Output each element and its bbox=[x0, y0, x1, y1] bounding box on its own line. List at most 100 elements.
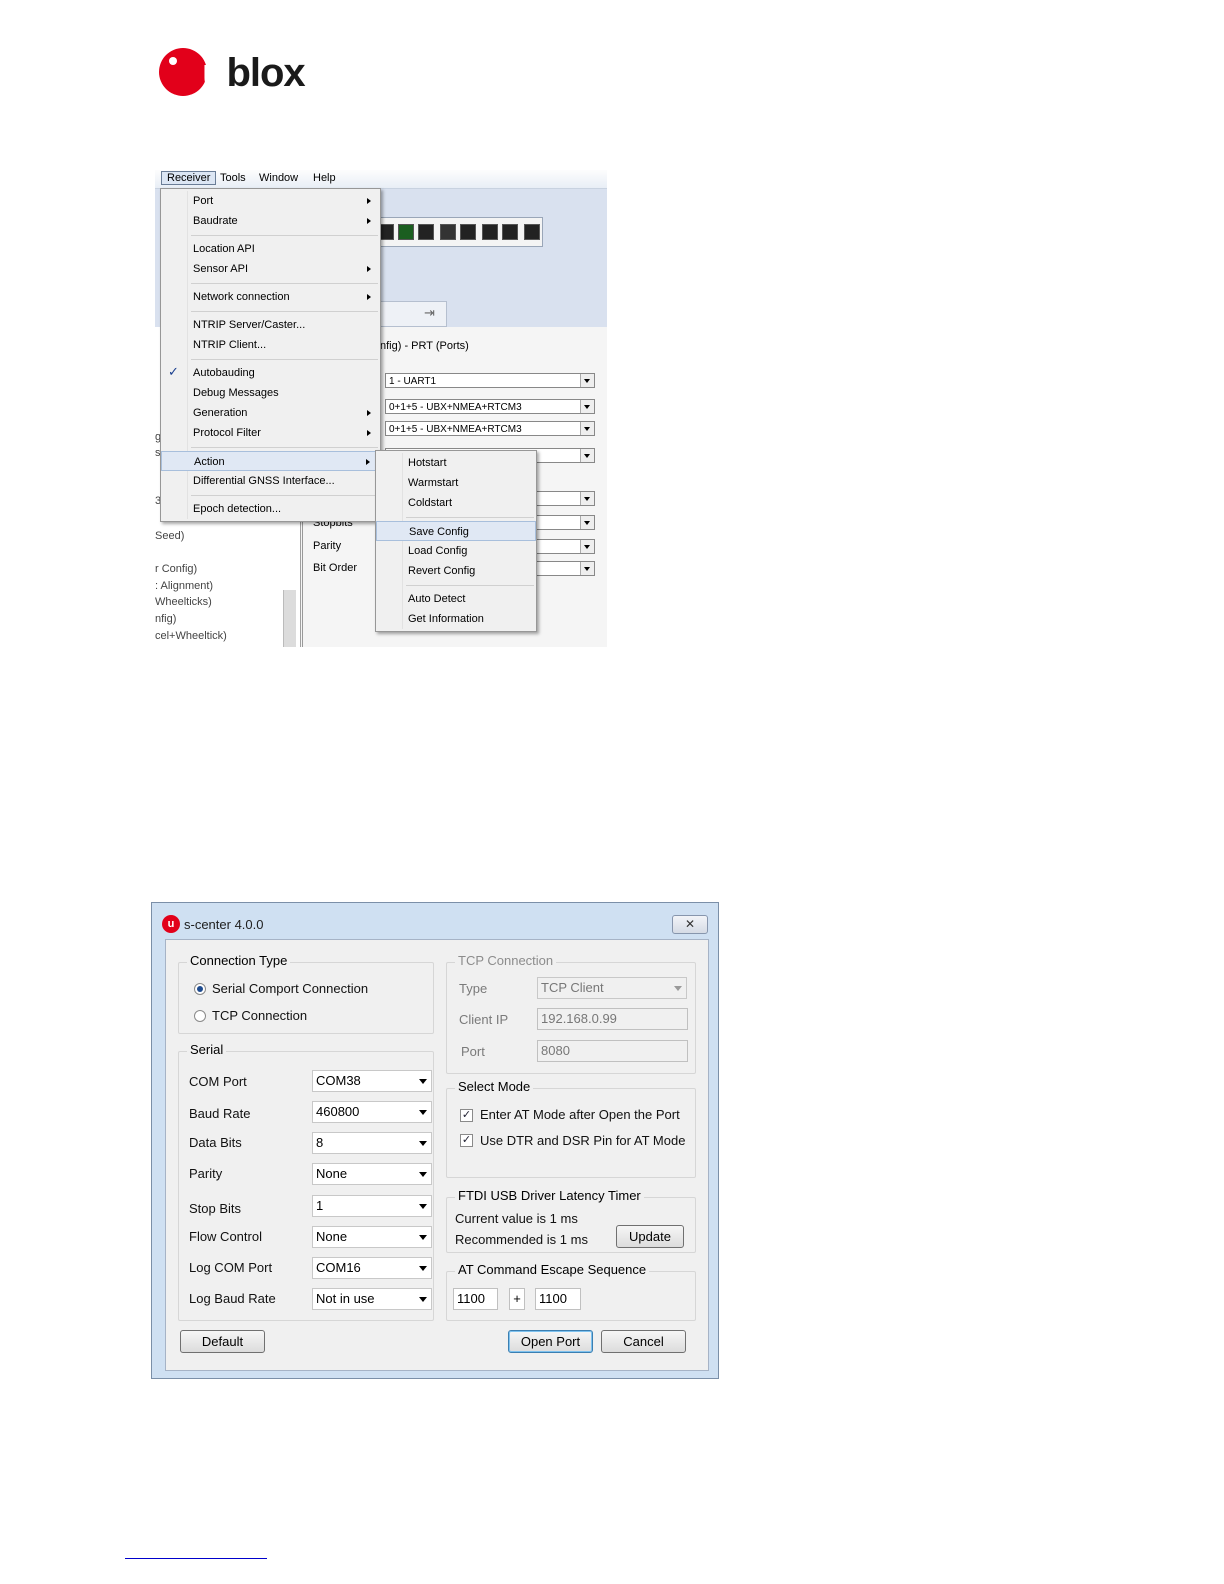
menu-item-protocol-filter[interactable]: Protocol Filter bbox=[161, 423, 380, 443]
serial-radio[interactable] bbox=[194, 983, 206, 995]
tcp-radio-label[interactable]: TCP Connection bbox=[212, 1008, 307, 1023]
protocol-out-combo[interactable]: 0+1+5 - UBX+NMEA+RTCM3 bbox=[385, 421, 595, 436]
tree-item[interactable]: r Config) bbox=[155, 563, 197, 575]
menu-tools[interactable]: Tools bbox=[220, 172, 246, 184]
tcp-radio[interactable] bbox=[194, 1010, 206, 1022]
dtr-dsr-checkbox[interactable]: ✓ bbox=[460, 1134, 473, 1147]
menu-help[interactable]: Help bbox=[313, 172, 336, 184]
tree-item[interactable]: nfig) bbox=[155, 613, 176, 625]
menu-item-network-connection[interactable]: Network connection bbox=[161, 287, 380, 307]
menu-item-ntrip-server[interactable]: NTRIP Server/Caster... bbox=[161, 315, 380, 335]
serial-radio-label[interactable]: Serial Comport Connection bbox=[212, 981, 368, 996]
menu-item-coldstart[interactable]: Coldstart bbox=[376, 493, 536, 513]
menu-item-revert-config[interactable]: Revert Config bbox=[376, 561, 536, 581]
menu-item-differential-gnss[interactable]: Differential GNSS Interface... bbox=[161, 471, 380, 491]
menu-item-generation[interactable]: Generation bbox=[161, 403, 380, 423]
toolbar-icon-strip bbox=[373, 217, 543, 247]
menu-item-epoch-detection[interactable]: Epoch detection... bbox=[161, 499, 380, 519]
baud-rate-label: Baud Rate bbox=[189, 1106, 251, 1121]
menu-item-warmstart[interactable]: Warmstart bbox=[376, 473, 536, 493]
chevron-down-icon[interactable] bbox=[580, 562, 594, 575]
menu-separator bbox=[406, 517, 534, 518]
tab-arrow-icon[interactable]: ⇥ bbox=[424, 305, 435, 321]
toolbar-icon[interactable] bbox=[398, 224, 414, 240]
protocol-in-value: 0+1+5 - UBX+NMEA+RTCM3 bbox=[389, 402, 522, 413]
escape-second-input[interactable]: 1100 bbox=[535, 1288, 581, 1310]
cancel-button[interactable]: Cancel bbox=[601, 1330, 686, 1353]
menu-item-load-config[interactable]: Load Config bbox=[376, 541, 536, 561]
menu-item-action[interactable]: Action bbox=[161, 451, 380, 471]
menu-receiver[interactable]: Receiver bbox=[161, 171, 217, 185]
s-center-dialog: u s-center 4.0.0 ✕ Connection Type Seria… bbox=[151, 902, 719, 1379]
tcp-type-value: TCP Client bbox=[541, 980, 604, 995]
chevron-down-icon[interactable] bbox=[580, 374, 594, 387]
menu-separator bbox=[191, 359, 378, 360]
tcp-type-select[interactable]: TCP Client bbox=[537, 977, 687, 999]
menu-window[interactable]: Window bbox=[259, 172, 298, 184]
at-mode-checkbox[interactable]: ✓ bbox=[460, 1109, 473, 1122]
tree-scrollbar[interactable] bbox=[283, 590, 296, 647]
chevron-down-icon[interactable] bbox=[580, 422, 594, 435]
tree-item[interactable]: Seed) bbox=[155, 530, 184, 542]
select-mode-title: Select Mode bbox=[455, 1079, 534, 1094]
dtr-dsr-label[interactable]: Use DTR and DSR Pin for AT Mode bbox=[480, 1133, 685, 1148]
tcp-port-input[interactable]: 8080 bbox=[537, 1040, 688, 1062]
chevron-down-icon[interactable] bbox=[580, 516, 594, 529]
menu-item-location-api[interactable]: Location API bbox=[161, 239, 380, 259]
menu-item-debug-messages[interactable]: Debug Messages bbox=[161, 383, 380, 403]
escape-first-input[interactable]: 1100 bbox=[453, 1288, 498, 1310]
logo-wordmark: ublox bbox=[202, 51, 306, 95]
tree-item[interactable]: : Alignment) bbox=[155, 580, 213, 592]
protocol-out-value: 0+1+5 - UBX+NMEA+RTCM3 bbox=[389, 424, 522, 435]
tree-item[interactable]: cel+Wheeltick) bbox=[155, 630, 227, 642]
default-button[interactable]: Default bbox=[180, 1330, 265, 1353]
close-button[interactable]: ✕ bbox=[672, 915, 708, 934]
toolbar-icon[interactable] bbox=[524, 224, 540, 240]
menu-item-baudrate[interactable]: Baudrate bbox=[161, 211, 380, 231]
log-com-port-select[interactable]: COM16 bbox=[312, 1257, 432, 1279]
toolbar-icon[interactable] bbox=[418, 224, 434, 240]
menu-item-get-information[interactable]: Get Information bbox=[376, 609, 536, 629]
tcp-connection-title: TCP Connection bbox=[455, 953, 557, 968]
menu-item-save-config[interactable]: Save Config bbox=[376, 521, 536, 541]
tcp-connection-group: TCP Connection Type TCP Client Client IP… bbox=[446, 953, 696, 1074]
chevron-down-icon[interactable] bbox=[580, 540, 594, 553]
escape-plus: + bbox=[509, 1288, 525, 1310]
menu-item-ntrip-client[interactable]: NTRIP Client... bbox=[161, 335, 380, 355]
data-bits-value: 8 bbox=[316, 1135, 324, 1150]
at-escape-title: AT Command Escape Sequence bbox=[455, 1262, 650, 1277]
at-mode-label[interactable]: Enter AT Mode after Open the Port bbox=[480, 1107, 680, 1122]
chevron-down-icon bbox=[419, 1235, 427, 1240]
parity-select[interactable]: None bbox=[312, 1163, 432, 1185]
update-button[interactable]: Update bbox=[616, 1225, 684, 1248]
flow-control-select[interactable]: None bbox=[312, 1226, 432, 1248]
menu-item-auto-detect[interactable]: Auto Detect bbox=[376, 589, 536, 609]
chevron-down-icon[interactable] bbox=[580, 492, 594, 505]
menu-item-autobauding[interactable]: Autobauding bbox=[161, 363, 380, 383]
baud-rate-select[interactable]: 460800 bbox=[312, 1101, 432, 1123]
serial-group: Serial COM Port COM38 Baud Rate 460800 D… bbox=[178, 1042, 434, 1321]
port-combo[interactable]: 1 - UART1 bbox=[385, 373, 595, 388]
menu-item-sensor-api[interactable]: Sensor API bbox=[161, 259, 380, 279]
client-ip-label: Client IP bbox=[459, 1012, 509, 1027]
chevron-down-icon bbox=[674, 986, 682, 991]
log-baud-rate-select[interactable]: Not in use bbox=[312, 1288, 432, 1310]
toolbar-icon[interactable] bbox=[440, 224, 456, 240]
client-ip-input[interactable]: 192.168.0.99 bbox=[537, 1008, 688, 1030]
menu-item-port[interactable]: Port bbox=[161, 191, 380, 211]
protocol-in-combo[interactable]: 0+1+5 - UBX+NMEA+RTCM3 bbox=[385, 399, 595, 414]
menu-separator bbox=[191, 311, 378, 312]
chevron-down-icon bbox=[419, 1141, 427, 1146]
open-port-button[interactable]: Open Port bbox=[508, 1330, 593, 1353]
toolbar-icon[interactable] bbox=[460, 224, 476, 240]
menu-separator bbox=[191, 235, 378, 236]
menu-item-hotstart[interactable]: Hotstart bbox=[376, 453, 536, 473]
toolbar-icon[interactable] bbox=[482, 224, 498, 240]
com-port-select[interactable]: COM38 bbox=[312, 1070, 432, 1092]
chevron-down-icon[interactable] bbox=[580, 449, 594, 462]
data-bits-select[interactable]: 8 bbox=[312, 1132, 432, 1154]
toolbar-icon[interactable] bbox=[502, 224, 518, 240]
tree-item[interactable]: Wheelticks) bbox=[155, 596, 212, 608]
chevron-down-icon[interactable] bbox=[580, 400, 594, 413]
stop-bits-select[interactable]: 1 bbox=[312, 1195, 432, 1217]
